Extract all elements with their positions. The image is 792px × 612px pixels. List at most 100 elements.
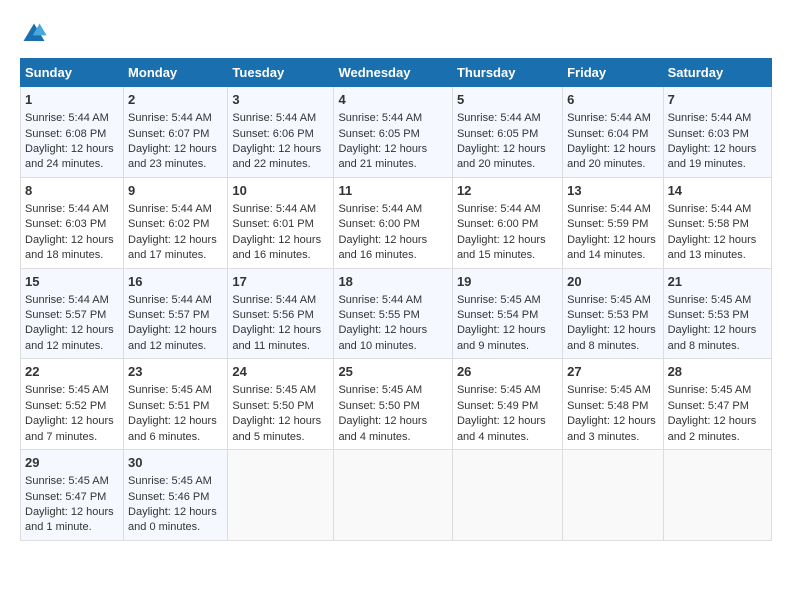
daylight-text: Daylight: 12 hours and 21 minutes. [338,143,427,170]
day-number: 14 [668,182,767,200]
sunrise-text: Sunrise: 5:45 AM [232,384,316,396]
calendar-cell: 22Sunrise: 5:45 AMSunset: 5:52 PMDayligh… [21,359,124,450]
sunset-text: Sunset: 6:08 PM [25,128,106,140]
day-number: 18 [338,273,448,291]
sunrise-text: Sunrise: 5:44 AM [232,203,316,215]
daylight-text: Daylight: 12 hours and 23 minutes. [128,143,217,170]
sunrise-text: Sunrise: 5:44 AM [567,203,651,215]
sunrise-text: Sunrise: 5:44 AM [457,112,541,124]
sunset-text: Sunset: 6:01 PM [232,218,313,230]
calendar-cell: 29Sunrise: 5:45 AMSunset: 5:47 PMDayligh… [21,450,124,541]
calendar-cell: 28Sunrise: 5:45 AMSunset: 5:47 PMDayligh… [663,359,771,450]
calendar-cell: 3Sunrise: 5:44 AMSunset: 6:06 PMDaylight… [228,87,334,178]
daylight-text: Daylight: 12 hours and 8 minutes. [668,324,757,351]
sunset-text: Sunset: 5:57 PM [25,309,106,321]
logo [20,20,52,48]
sunrise-text: Sunrise: 5:44 AM [567,112,651,124]
daylight-text: Daylight: 12 hours and 14 minutes. [567,234,656,261]
day-number: 25 [338,363,448,381]
calendar-cell: 30Sunrise: 5:45 AMSunset: 5:46 PMDayligh… [124,450,228,541]
sunrise-text: Sunrise: 5:45 AM [128,475,212,487]
sunset-text: Sunset: 6:00 PM [457,218,538,230]
col-saturday: Saturday [663,59,771,87]
daylight-text: Daylight: 12 hours and 24 minutes. [25,143,114,170]
sunset-text: Sunset: 5:50 PM [232,400,313,412]
daylight-text: Daylight: 12 hours and 1 minute. [25,506,114,533]
sunrise-text: Sunrise: 5:45 AM [567,294,651,306]
sunrise-text: Sunrise: 5:44 AM [128,112,212,124]
sunset-text: Sunset: 5:52 PM [25,400,106,412]
sunrise-text: Sunrise: 5:44 AM [232,112,316,124]
daylight-text: Daylight: 12 hours and 10 minutes. [338,324,427,351]
calendar-cell: 11Sunrise: 5:44 AMSunset: 6:00 PMDayligh… [334,177,453,268]
sunrise-text: Sunrise: 5:45 AM [338,384,422,396]
sunrise-text: Sunrise: 5:45 AM [128,384,212,396]
table-row: 8Sunrise: 5:44 AMSunset: 6:03 PMDaylight… [21,177,772,268]
day-number: 3 [232,91,329,109]
daylight-text: Daylight: 12 hours and 13 minutes. [668,234,757,261]
calendar-cell [563,450,663,541]
day-number: 26 [457,363,558,381]
calendar-cell: 25Sunrise: 5:45 AMSunset: 5:50 PMDayligh… [334,359,453,450]
col-tuesday: Tuesday [228,59,334,87]
calendar-cell [452,450,562,541]
calendar-cell: 24Sunrise: 5:45 AMSunset: 5:50 PMDayligh… [228,359,334,450]
sunset-text: Sunset: 5:58 PM [668,218,749,230]
daylight-text: Daylight: 12 hours and 20 minutes. [567,143,656,170]
sunrise-text: Sunrise: 5:45 AM [668,294,752,306]
sunset-text: Sunset: 5:48 PM [567,400,648,412]
sunrise-text: Sunrise: 5:45 AM [25,475,109,487]
col-sunday: Sunday [21,59,124,87]
sunset-text: Sunset: 5:53 PM [668,309,749,321]
calendar-cell: 5Sunrise: 5:44 AMSunset: 6:05 PMDaylight… [452,87,562,178]
day-number: 8 [25,182,119,200]
calendar-cell: 6Sunrise: 5:44 AMSunset: 6:04 PMDaylight… [563,87,663,178]
table-row: 15 Sunrise: 5:44 AM Sunset: 5:57 PM Dayligh… [21,268,772,359]
calendar-cell: 16Sunrise: 5:44 AMSunset: 5:57 PMDayligh… [124,268,228,359]
sunset-text: Sunset: 5:56 PM [232,309,313,321]
daylight-text: Daylight: 12 hours and 20 minutes. [457,143,546,170]
calendar-cell: 2 Sunrise: 5:44 AM Sunset: 6:07 PM Daylight… [124,87,228,178]
day-number: 4 [338,91,448,109]
calendar-cell [334,450,453,541]
calendar-cell: 23Sunrise: 5:45 AMSunset: 5:51 PMDayligh… [124,359,228,450]
sunset-text: Sunset: 5:50 PM [338,400,419,412]
sunrise-text: Sunrise: 5:44 AM [232,294,316,306]
daylight-text: Daylight: 12 hours and 4 minutes. [457,415,546,442]
calendar-cell: 20Sunrise: 5:45 AMSunset: 5:53 PMDayligh… [563,268,663,359]
calendar-cell: 4 Sunrise: 5:44 AM Sunset: 6:05 PM Daylight… [334,87,453,178]
table-row: 1Sunrise: 5:44 AMSunset: 6:08 PMDaylight… [21,87,772,178]
daylight-text: Daylight: 12 hours and 5 minutes. [232,415,321,442]
daylight-text: Daylight: 12 hours and 15 minutes. [457,234,546,261]
day-number: 21 [668,273,767,291]
calendar-cell [663,450,771,541]
day-number: 23 [128,363,223,381]
calendar-cell: 8Sunrise: 5:44 AMSunset: 6:03 PMDaylight… [21,177,124,268]
day-number: 5 [457,91,558,109]
daylight-text: Daylight: 12 hours and 0 minutes. [128,506,217,533]
calendar-cell [228,450,334,541]
sunset-text: Sunset: 5:51 PM [128,400,209,412]
sunrise-text: Sunrise: 5:44 AM [668,112,752,124]
daylight-text: Daylight: 12 hours and 17 minutes. [128,234,217,261]
sunset-text: Sunset: 6:07 PM [128,128,209,140]
sunrise-text: Sunrise: 5:44 AM [338,112,422,124]
day-number: 2 [128,91,223,109]
calendar-cell: 1Sunrise: 5:44 AMSunset: 6:08 PMDaylight… [21,87,124,178]
day-number: 7 [668,91,767,109]
daylight-text: Daylight: 12 hours and 8 minutes. [567,324,656,351]
day-number: 15 [25,273,119,291]
sunset-text: Sunset: 6:05 PM [338,128,419,140]
day-number: 6 [567,91,658,109]
calendar-cell: 15Sunrise: 5:44 AMSunset: 5:57 PMDayligh… [21,268,124,359]
sunset-text: Sunset: 5:53 PM [567,309,648,321]
logo-icon [20,20,48,48]
day-number: 19 [457,273,558,291]
calendar-cell: 19Sunrise: 5:45 AMSunset: 5:54 PMDayligh… [452,268,562,359]
sunset-text: Sunset: 6:03 PM [668,128,749,140]
daylight-text: Daylight: 12 hours and 9 minutes. [457,324,546,351]
col-monday: Monday [124,59,228,87]
sunset-text: Sunset: 5:47 PM [668,400,749,412]
table-row: 22Sunrise: 5:45 AMSunset: 5:52 PMDayligh… [21,359,772,450]
sunrise-text: Sunrise: 5:44 AM [128,203,212,215]
